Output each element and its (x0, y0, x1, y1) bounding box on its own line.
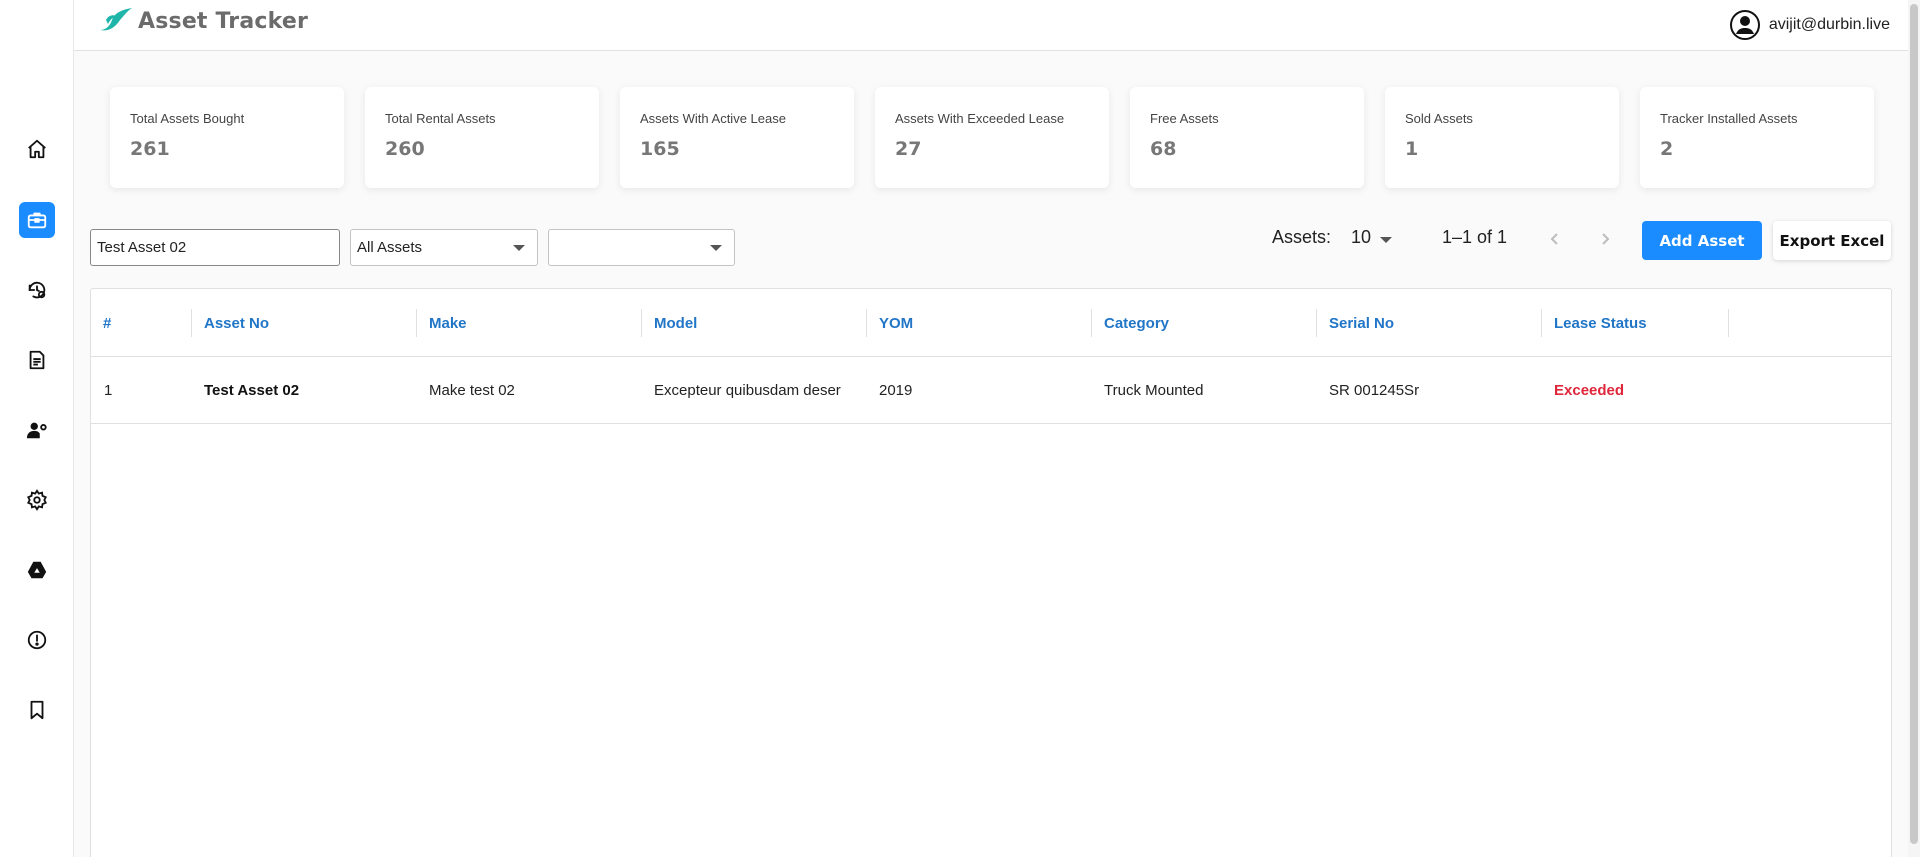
home-icon (28, 139, 46, 159)
cell-category: Truck Mounted (1104, 381, 1204, 399)
alert-circle-icon (27, 630, 47, 650)
sidebar-item-bookmarks[interactable] (19, 692, 55, 728)
column-separator (866, 309, 867, 337)
app-logo[interactable]: Asset Tracker (98, 6, 308, 36)
stat-card-total-bought: Total Assets Bought 261 (110, 87, 344, 188)
sidebar-item-customers[interactable] (19, 412, 55, 448)
user-menu[interactable]: avijit@durbin.live (1729, 9, 1890, 41)
column-separator (1541, 309, 1542, 337)
column-header-index[interactable]: # (103, 289, 111, 357)
column-separator (1316, 309, 1317, 337)
stat-card-sold-assets: Sold Assets 1 (1385, 87, 1619, 188)
bookmark-icon (30, 700, 44, 720)
column-header-serial-no[interactable]: Serial No (1329, 289, 1394, 357)
user-email: avijit@durbin.live (1768, 16, 1890, 33)
user-circle-icon (1729, 10, 1760, 40)
stat-label: Assets With Exceeded Lease (895, 111, 1065, 126)
prev-page-button[interactable] (1543, 227, 1567, 251)
chevron-down-icon (710, 245, 722, 251)
stat-value: 27 (895, 138, 922, 160)
main-content: Total Assets Bought 261 Total Rental Ass… (74, 51, 1908, 857)
pagination-range: 1–1 of 1 (1442, 227, 1508, 247)
stat-value: 1 (1405, 138, 1419, 160)
briefcase-icon (27, 212, 47, 229)
cell-serial-no: SR 001245Sr (1329, 381, 1420, 399)
table-row[interactable]: 1 Test Asset 02 Make test 02 Excepteur q… (91, 357, 1891, 424)
cell-yom: 2019 (879, 381, 913, 399)
gear-icon (27, 489, 47, 511)
column-separator (191, 309, 192, 337)
sidebar (0, 0, 74, 857)
stat-card-free-assets: Free Assets 68 (1130, 87, 1364, 188)
stat-card-total-rental: Total Rental Assets 260 (365, 87, 599, 188)
bird-logo-icon (100, 8, 132, 31)
cell-make: Make test 02 (429, 381, 515, 399)
export-excel-button[interactable]: Export Excel (1773, 221, 1891, 260)
scrollbar-thumb[interactable] (1910, 4, 1918, 844)
cell-model: Excepteur quibusdam deser (654, 381, 841, 399)
stat-card-active-lease: Assets With Active Lease 165 (620, 87, 854, 188)
history-gear-icon (28, 281, 46, 299)
column-header-lease-status[interactable]: Lease Status (1554, 289, 1647, 357)
stat-value: 261 (130, 138, 170, 160)
column-header-model[interactable]: Model (654, 289, 697, 357)
cell-index: 1 (104, 381, 113, 399)
drive-icon (27, 561, 47, 579)
sidebar-item-home[interactable] (19, 131, 55, 167)
stat-value: 2 (1660, 138, 1674, 160)
category-select[interactable] (548, 229, 735, 266)
assets-table: # Asset No Make Model YOM Category Seria… (90, 288, 1892, 857)
chevron-down-icon[interactable] (1380, 237, 1392, 243)
column-header-yom[interactable]: YOM (879, 289, 913, 357)
asset-type-value: All Assets (357, 239, 423, 256)
chevron-left-icon (1550, 233, 1558, 245)
sidebar-item-documents[interactable] (19, 342, 55, 378)
stat-value: 165 (640, 138, 680, 160)
app-title: Asset Tracker (138, 8, 309, 34)
column-separator (1728, 309, 1729, 337)
page-size-select[interactable]: 10 (1351, 227, 1371, 248)
search-input[interactable] (90, 229, 340, 266)
user-settings-icon (26, 422, 47, 439)
sidebar-item-assets[interactable] (19, 202, 55, 238)
stat-value: 260 (385, 138, 425, 160)
stat-label: Total Rental Assets (385, 111, 496, 126)
stat-card-tracker-installed: Tracker Installed Assets 2 (1640, 87, 1874, 188)
add-asset-button[interactable]: Add Asset (1642, 221, 1762, 260)
document-icon (29, 350, 45, 370)
cell-asset-no[interactable]: Test Asset 02 (204, 357, 299, 423)
stat-card-exceeded-lease: Assets With Exceeded Lease 27 (875, 87, 1109, 188)
stat-value: 68 (1150, 138, 1177, 160)
top-header: Asset Tracker avijit@durbin.live (74, 0, 1908, 51)
stat-label: Total Assets Bought (130, 111, 245, 126)
column-header-make[interactable]: Make (429, 289, 467, 357)
column-separator (641, 309, 642, 337)
next-page-button[interactable] (1593, 227, 1617, 251)
stat-label: Free Assets (1150, 111, 1219, 126)
column-separator (1091, 309, 1092, 337)
page-scrollbar[interactable] (1908, 0, 1920, 857)
sidebar-item-drive[interactable] (19, 552, 55, 588)
asset-type-select[interactable]: All Assets (350, 229, 538, 266)
column-separator (416, 309, 417, 337)
cell-lease-status: Exceeded (1554, 381, 1625, 399)
sidebar-item-alerts[interactable] (19, 622, 55, 658)
stat-label: Sold Assets (1405, 111, 1473, 126)
page-size-label: Assets: (1272, 227, 1332, 247)
column-header-category[interactable]: Category (1104, 289, 1169, 357)
stat-label: Assets With Active Lease (640, 111, 786, 126)
table-header: # Asset No Make Model YOM Category Seria… (91, 289, 1891, 357)
column-header-asset-no[interactable]: Asset No (204, 289, 269, 357)
chevron-right-icon (1602, 233, 1610, 245)
sidebar-item-settings[interactable] (19, 482, 55, 518)
chevron-down-icon (513, 245, 525, 251)
sidebar-item-lease-history[interactable] (19, 272, 55, 308)
stat-label: Tracker Installed Assets (1660, 111, 1798, 126)
